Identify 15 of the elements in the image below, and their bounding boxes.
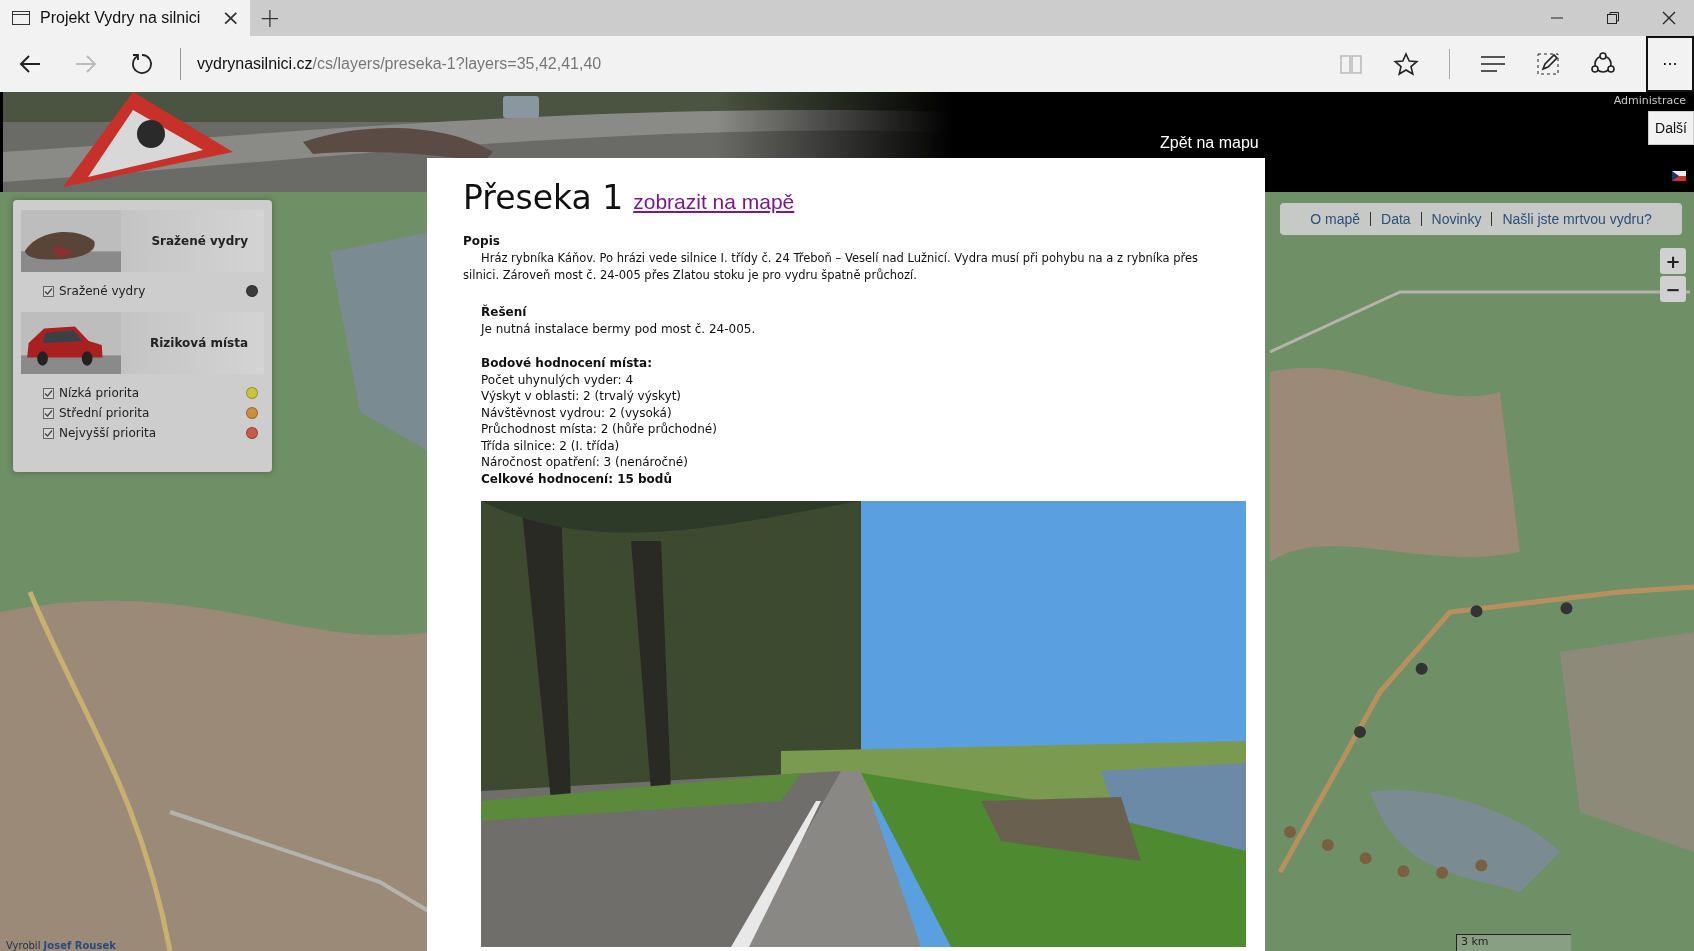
tab-title: Projekt Vydry na silnici	[40, 9, 202, 27]
menu-icon[interactable]	[1480, 55, 1506, 73]
share-icon[interactable]	[1590, 52, 1616, 76]
pen-icon[interactable]	[1536, 52, 1560, 76]
refresh-icon[interactable]	[130, 52, 154, 76]
close-tab-button[interactable]: ×	[221, 7, 240, 29]
browser-tab[interactable]: Projekt Vydry na silnici ×	[0, 0, 250, 36]
close-icon[interactable]	[1662, 11, 1676, 25]
page-icon	[12, 11, 30, 25]
address-field[interactable]: vydrynasilnici.cz/cs/layers/preseka-1?layers=35,42,41,40	[197, 55, 602, 73]
restore-icon[interactable]	[1606, 11, 1620, 25]
new-tab-button[interactable]: +	[250, 0, 290, 36]
back-arrow-icon[interactable]	[18, 54, 42, 74]
more-button[interactable]: ···	[1646, 36, 1694, 92]
star-icon[interactable]	[1393, 52, 1419, 76]
